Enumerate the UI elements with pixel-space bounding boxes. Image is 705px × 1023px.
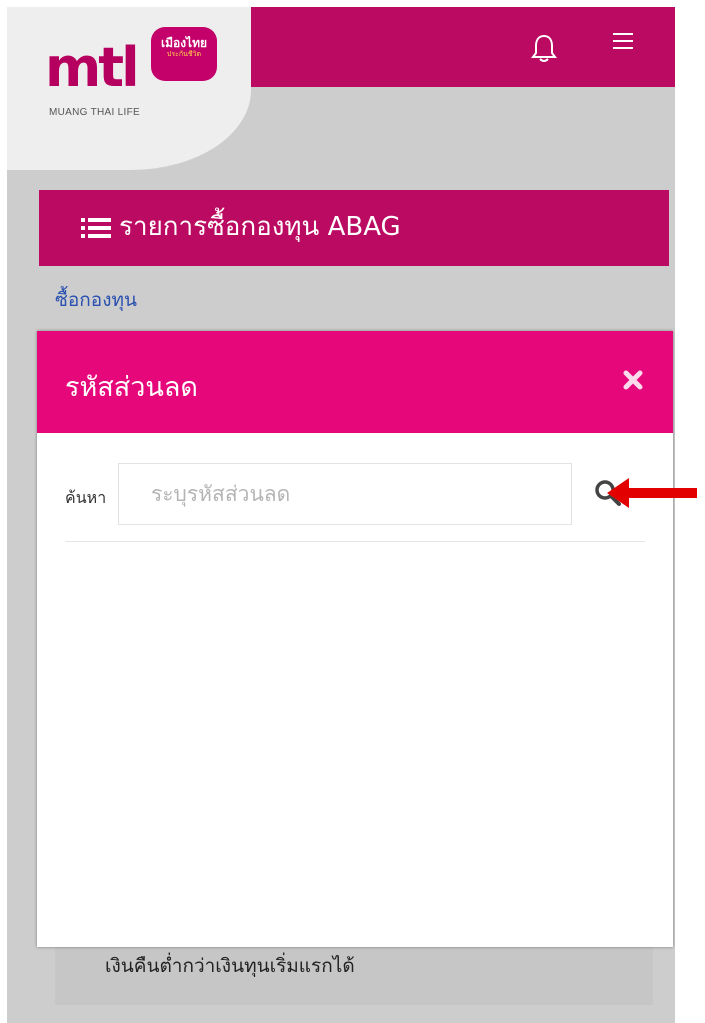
modal-title: รหัสส่วนลด — [65, 372, 198, 403]
search-label: ค้นหา — [65, 488, 107, 507]
page-header: รายการซื้อกองทุน ABAG — [39, 190, 669, 266]
logo-wordmark: mtl — [45, 36, 140, 99]
disclaimer-text: เงินคืนต่ำกว่าเงินทุนเริ่มแรกได้ — [105, 955, 355, 977]
modal-header: รหัสส่วนลด — [37, 331, 673, 433]
discount-code-search-input[interactable] — [118, 463, 572, 525]
logo-badge-line2: ประกันชีวิต — [166, 50, 202, 58]
logo-card[interactable]: mtl เมืองไทย ประกันชีวิต MUANG THAI LIFE — [7, 7, 251, 170]
close-icon[interactable] — [622, 369, 644, 391]
logo-badge-line1: เมืองไทย — [160, 36, 208, 50]
disclaimer-box: เงินคืนต่ำกว่าเงินทุนเริ่มแรกได้ — [55, 947, 653, 1005]
list-icon — [81, 218, 111, 238]
modal-divider — [65, 541, 645, 542]
page-title: รายการซื้อกองทุน ABAG — [119, 212, 401, 242]
arrow-left-icon — [607, 478, 697, 508]
breadcrumb-buy-fund-link[interactable]: ซื้อกองทุน — [55, 285, 137, 315]
hamburger-menu-icon[interactable] — [613, 33, 633, 51]
discount-code-modal: รหัสส่วนลด ค้นหา — [37, 331, 673, 947]
logo-subtitle: MUANG THAI LIFE — [49, 107, 140, 118]
bell-icon[interactable] — [531, 33, 557, 63]
logo-badge: เมืองไทย ประกันชีวิต — [151, 27, 217, 81]
app-screen: mtl เมืองไทย ประกันชีวิต MUANG THAI LIFE… — [7, 7, 675, 1023]
